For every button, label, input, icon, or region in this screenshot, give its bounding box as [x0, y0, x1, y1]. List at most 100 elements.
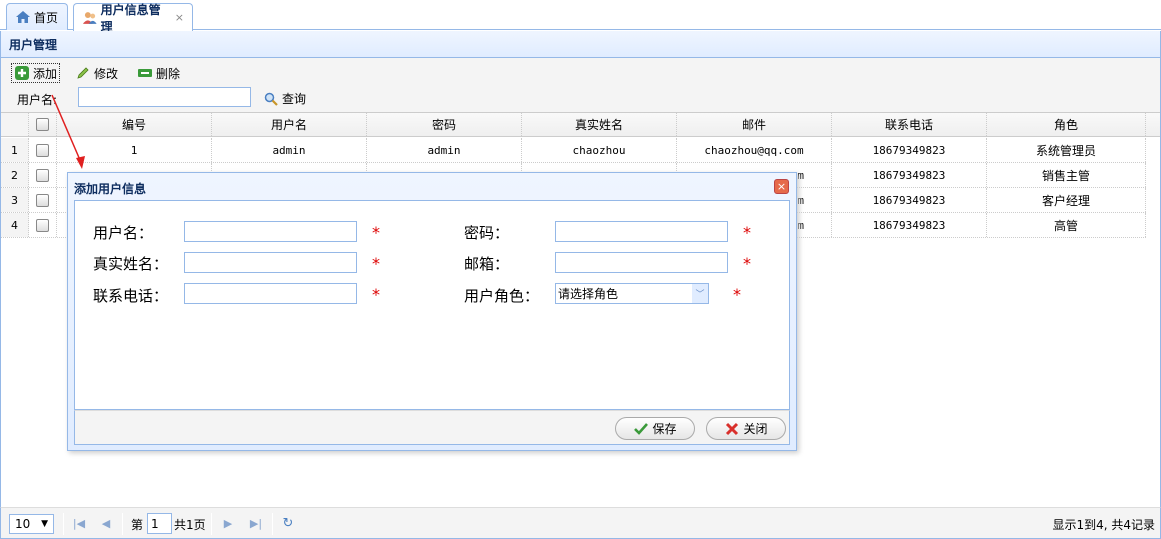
cancel-icon: [726, 422, 739, 435]
column-header[interactable]: 用户名: [212, 113, 367, 136]
cell-username: admin: [212, 138, 367, 162]
row-checkbox-cell: [29, 213, 57, 237]
tab-close-icon[interactable]: ×: [175, 11, 184, 24]
dialog-form: 用户名： * 密码： * 真实姓名： * 邮箱： * 联系电话： * 用户角色：…: [74, 200, 790, 410]
cell-phone: 18679349823: [832, 138, 987, 162]
required-mark: *: [372, 223, 380, 242]
edit-button-label: 修改: [94, 66, 119, 81]
add-button[interactable]: 添加: [11, 63, 61, 83]
cell-email: chaozhou@qq.com: [677, 138, 832, 162]
role-select-value: 请选择角色: [558, 287, 619, 301]
row-checkbox[interactable]: [36, 143, 49, 157]
add-user-dialog: 添加用户信息 × 用户名： * 密码： * 真实姓名： * 邮箱： * 联系电话…: [67, 172, 797, 451]
search-button-label: 查询: [282, 92, 307, 106]
prev-page-icon[interactable]: ◀: [99, 516, 113, 530]
realname-field[interactable]: [184, 252, 357, 273]
cell-role: 系统管理员: [987, 138, 1146, 162]
row-number: 1: [1, 138, 29, 162]
search-button[interactable]: 查询: [264, 90, 306, 107]
page-size-value: 10: [15, 517, 31, 531]
users-icon: [82, 11, 97, 24]
tab-home[interactable]: 首页: [6, 3, 68, 30]
email-label: 邮箱：: [464, 255, 510, 273]
add-icon: [15, 66, 29, 80]
cell-realname: chaozhou: [522, 138, 677, 162]
cell-role: 客户经理: [987, 188, 1146, 212]
search-label: 用户名:: [17, 93, 58, 107]
column-header[interactable]: 真实姓名: [522, 113, 677, 136]
pencil-icon: [77, 67, 89, 79]
row-number: 3: [1, 188, 29, 212]
username-search-input[interactable]: [78, 87, 251, 107]
row-checkbox-cell: [29, 188, 57, 212]
row-checkbox-cell: [29, 163, 57, 187]
pager-separator: [211, 513, 212, 535]
phone-field[interactable]: [184, 283, 357, 304]
pagination-bar: 10 ▼ |◀ ◀ 第 1 共1页 ▶ ▶| ↻ 显示1到4, 共4记录: [0, 507, 1161, 539]
required-mark: *: [372, 285, 380, 304]
cell-role: 销售主管: [987, 163, 1146, 187]
username-field[interactable]: [184, 221, 357, 242]
row-checkbox[interactable]: [36, 218, 49, 232]
tab-bar: 首页 用户信息管理 ×: [0, 0, 1161, 34]
password-label: 密码：: [464, 224, 510, 242]
column-header[interactable]: 编号: [57, 113, 212, 136]
delete-button-label: 删除: [156, 66, 181, 81]
home-icon: [16, 11, 30, 23]
close-button[interactable]: 关闭: [706, 417, 786, 440]
add-button-label: 添加: [33, 66, 58, 81]
tab-user-management[interactable]: 用户信息管理 ×: [73, 3, 193, 34]
select-all-checkbox[interactable]: [36, 118, 49, 131]
realname-label: 真实姓名：: [93, 255, 169, 273]
last-page-icon[interactable]: ▶|: [249, 516, 263, 530]
page-size-select[interactable]: 10 ▼: [9, 514, 54, 534]
tab-user-management-label: 用户信息管理: [100, 2, 161, 34]
save-button[interactable]: 保存: [615, 417, 695, 440]
row-checkbox[interactable]: [36, 168, 49, 182]
page-prefix: 第: [131, 518, 144, 532]
row-checkbox[interactable]: [36, 193, 49, 207]
refresh-icon[interactable]: ↻: [281, 516, 295, 531]
dialog-title: 添加用户信息: [74, 182, 147, 196]
row-number: 2: [1, 163, 29, 187]
required-mark: *: [743, 223, 751, 242]
next-page-icon[interactable]: ▶: [221, 516, 235, 530]
cell-id: 1: [57, 138, 212, 162]
cell-password: admin: [367, 138, 522, 162]
column-header[interactable]: 邮件: [677, 113, 832, 136]
edit-button[interactable]: 修改: [75, 63, 118, 83]
save-button-label: 保存: [652, 422, 677, 436]
remove-icon: [138, 69, 152, 77]
column-header[interactable]: 密码: [367, 113, 522, 136]
pager-separator: [272, 513, 273, 535]
column-header[interactable]: 角色: [987, 113, 1146, 136]
cell-phone: 18679349823: [832, 213, 987, 237]
pager-separator: [63, 513, 64, 535]
email-field[interactable]: [555, 252, 728, 273]
check-icon: [634, 422, 649, 435]
toolbar: 添加 修改 删除 用户名: 查询: [0, 58, 1161, 112]
pager-separator: [122, 513, 123, 535]
required-mark: *: [733, 285, 741, 304]
cell-phone: 18679349823: [832, 163, 987, 187]
role-label: 用户角色：: [464, 287, 540, 305]
page-total: 共1页: [174, 518, 206, 532]
column-header[interactable]: 联系电话: [832, 113, 987, 136]
row-number: 4: [1, 213, 29, 237]
pager-info: 显示1到4, 共4记录: [1052, 518, 1155, 532]
role-select[interactable]: 请选择角色 ﹀: [555, 283, 709, 304]
grid-header: 编号 用户名 密码 真实姓名 邮件 联系电话 角色: [1, 112, 1160, 137]
dialog-close-icon[interactable]: ×: [774, 179, 789, 194]
panel-title: 用户管理: [0, 31, 1161, 58]
delete-button[interactable]: 删除: [137, 63, 180, 83]
phone-label: 联系电话：: [93, 287, 169, 305]
cell-phone: 18679349823: [832, 188, 987, 212]
first-page-icon[interactable]: |◀: [72, 516, 86, 530]
tab-home-label: 首页: [34, 10, 59, 25]
required-mark: *: [743, 254, 751, 273]
password-field[interactable]: [555, 221, 728, 242]
cell-role: 高管: [987, 213, 1146, 237]
close-button-label: 关闭: [743, 422, 768, 436]
page-number-input[interactable]: 1: [147, 513, 172, 534]
table-row[interactable]: 1 1 admin admin chaozhou chaozhou@qq.com…: [1, 138, 1146, 163]
